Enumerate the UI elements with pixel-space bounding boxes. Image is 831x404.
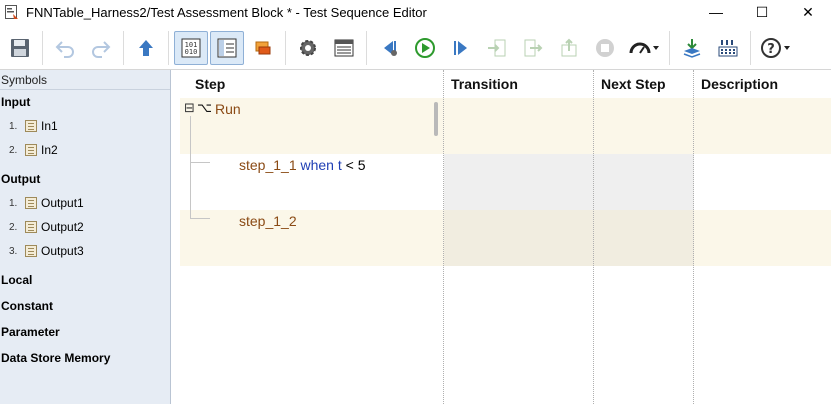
library-icon[interactable] — [246, 31, 280, 65]
column-header-description[interactable]: Description — [701, 70, 778, 98]
symbols-header: Symbols — [0, 70, 170, 90]
symbol-item-output3[interactable]: 3. Output3 — [0, 239, 170, 263]
run-play-icon[interactable] — [408, 31, 442, 65]
symbol-label: Output1 — [41, 196, 84, 210]
column-divider — [593, 70, 594, 404]
data-symbol-icon — [25, 120, 37, 132]
symbol-index: 1. — [9, 197, 18, 209]
step-forward-icon[interactable] — [444, 31, 478, 65]
symbol-pane-icon[interactable] — [210, 30, 244, 65]
symbol-group-data-store-memory[interactable]: Data Store Memory — [0, 346, 170, 370]
column-divider — [443, 70, 444, 404]
transition-cell[interactable] — [444, 98, 594, 154]
column-header-next-step[interactable]: Next Step — [601, 70, 666, 98]
symbol-group-parameter[interactable]: Parameter — [0, 320, 170, 344]
step-name-run[interactable]: Run — [215, 101, 241, 117]
enter-step-icon[interactable] — [480, 31, 514, 65]
redo-icon[interactable] — [84, 31, 118, 65]
exit-step-icon[interactable] — [516, 31, 550, 65]
tree-connector — [190, 218, 210, 219]
title-bar: FNNTable_Harness2/Test Assessment Block … — [0, 0, 831, 24]
svg-text:?: ? — [767, 42, 775, 57]
minimize-button[interactable]: — — [693, 0, 739, 24]
next-step-cell[interactable] — [594, 210, 694, 266]
symbol-item-in1[interactable]: 1. In1 — [0, 114, 170, 138]
next-step-cell[interactable] — [594, 154, 694, 210]
toolbar-separator — [168, 30, 169, 65]
toolbar-separator — [366, 30, 367, 65]
column-header-step[interactable]: Step — [195, 70, 225, 98]
data-symbol-icon — [25, 144, 37, 156]
tree-connector — [190, 162, 210, 163]
table-view-icon[interactable] — [327, 31, 361, 65]
toolbar-separator — [750, 30, 751, 65]
settings-gear-icon[interactable] — [291, 31, 325, 65]
up-arrow-icon[interactable] — [129, 31, 163, 65]
symbol-group-constant[interactable]: Constant — [0, 294, 170, 318]
symbol-item-in2[interactable]: 2. In2 — [0, 138, 170, 162]
symbol-label: In2 — [41, 143, 58, 157]
help-icon[interactable]: ? — [756, 31, 796, 65]
close-button[interactable]: ✕ — [785, 0, 831, 24]
symbol-item-output2[interactable]: 2. Output2 — [0, 215, 170, 239]
data-symbol-icon — [25, 221, 37, 233]
collapse-toggle-icon[interactable]: ⊟ — [184, 100, 195, 116]
column-divider — [693, 70, 694, 404]
transition-cell[interactable] — [444, 210, 594, 266]
step-out-icon[interactable] — [552, 31, 586, 65]
binary-data-icon[interactable]: 101 010 — [174, 30, 208, 65]
symbol-index: 3. — [9, 245, 18, 257]
toolbar-separator — [42, 30, 43, 65]
parallel-step-icon: ⌥ — [197, 100, 212, 115]
maximize-button[interactable]: ☐ — [739, 0, 785, 24]
step-row-run[interactable] — [180, 98, 831, 154]
symbols-pane: Symbols Input 1. In1 2. In2 Output 1. Ou… — [0, 70, 171, 404]
symbol-group-local[interactable]: Local — [0, 268, 170, 292]
app-icon — [4, 4, 20, 20]
symbol-label: Output2 — [41, 220, 84, 234]
condition-rest: < 5 — [341, 157, 366, 173]
symbol-index: 1. — [9, 120, 18, 132]
data-symbol-icon — [25, 245, 37, 257]
tree-connector — [190, 116, 191, 218]
column-header-transition[interactable]: Transition — [451, 70, 518, 98]
toolbar-separator — [285, 30, 286, 65]
symbol-index: 2. — [9, 221, 18, 233]
toolbar-separator — [123, 30, 124, 65]
symbol-label: Output3 — [41, 244, 84, 258]
data-symbol-icon — [25, 197, 37, 209]
svg-text:010: 010 — [185, 48, 198, 56]
pacing-gauge-icon[interactable] — [624, 31, 664, 65]
update-model-icon[interactable] — [675, 31, 709, 65]
cell-scrollbar[interactable] — [434, 102, 438, 136]
signal-grid-icon[interactable] — [711, 31, 745, 65]
symbol-index: 2. — [9, 144, 18, 156]
symbol-item-output1[interactable]: 1. Output1 — [0, 191, 170, 215]
transition-cell[interactable] — [444, 154, 594, 210]
step-name-step-1-2[interactable]: step_1_2 — [239, 213, 297, 229]
toolbar: 101 010 ? — [0, 26, 831, 70]
stop-icon[interactable] — [588, 31, 622, 65]
window-title: FNNTable_Harness2/Test Assessment Block … — [26, 4, 427, 20]
when-keyword: when — [300, 157, 334, 173]
step-name: step_1_1 — [239, 157, 297, 173]
symbol-group-output[interactable]: Output — [0, 167, 170, 191]
step-table: Step Transition Next Step Description ⊟ … — [172, 70, 831, 404]
undo-icon[interactable] — [48, 31, 82, 65]
symbol-label: In1 — [41, 119, 58, 133]
save-icon[interactable] — [3, 31, 37, 65]
toolbar-separator — [669, 30, 670, 65]
step-back-icon[interactable] — [372, 31, 406, 65]
step-action-step-1-1[interactable]: step_1_1 when t < 5 — [239, 157, 366, 173]
symbol-group-input[interactable]: Input — [0, 90, 170, 114]
